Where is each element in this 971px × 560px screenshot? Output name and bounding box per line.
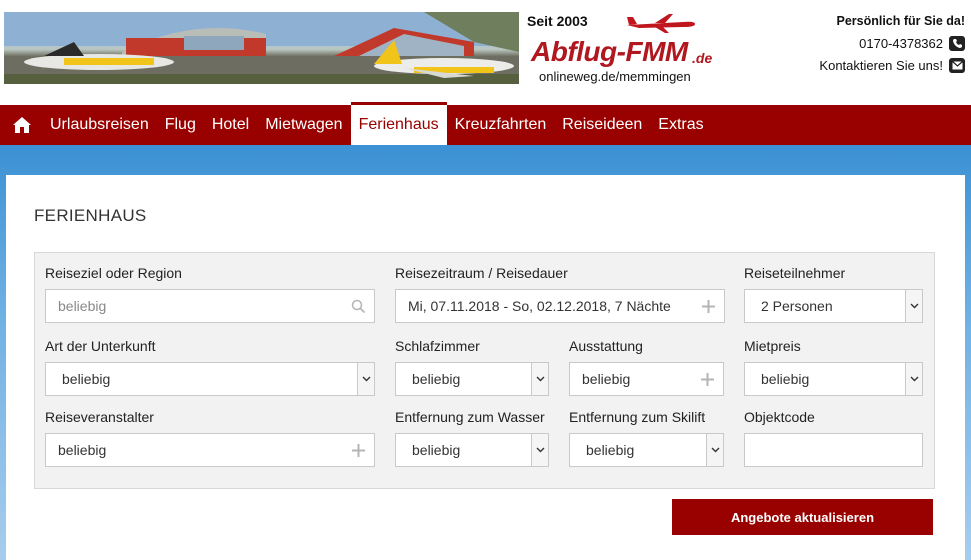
water-distance-label: Entfernung zum Wasser bbox=[395, 409, 545, 425]
main-navigation: Urlaubsreisen Flug Hotel Mietwagen Ferie… bbox=[0, 102, 971, 145]
phone-number[interactable]: 0170-4378362 bbox=[859, 36, 943, 51]
airport-scene-graphic bbox=[4, 12, 519, 84]
features-value: beliebig bbox=[582, 371, 631, 387]
skilift-distance-value: beliebig bbox=[586, 442, 635, 458]
bedrooms-label: Schlafzimmer bbox=[395, 338, 480, 354]
search-card: FERIENHAUS Reiseziel oder Region beliebi… bbox=[6, 175, 965, 560]
contact-row[interactable]: Kontaktieren Sie uns! bbox=[819, 58, 965, 73]
chevron-down-icon bbox=[531, 363, 548, 395]
search-icon bbox=[351, 299, 366, 314]
travellers-label: Reiseteilnehmer bbox=[744, 265, 846, 281]
search-form-panel: Reiseziel oder Region beliebig Reisezeit… bbox=[34, 252, 935, 489]
object-code-label: Objektcode bbox=[744, 409, 815, 425]
plus-icon bbox=[352, 444, 365, 457]
destination-input[interactable]: beliebig bbox=[45, 289, 375, 323]
update-offers-button[interactable]: Angebote aktualisieren bbox=[672, 499, 933, 535]
airport-hero-photo bbox=[4, 12, 519, 84]
period-value: Mi, 07.11.2018 - So, 02.12.2018, 7 Nächt… bbox=[408, 298, 671, 314]
water-distance-value: beliebig bbox=[412, 442, 461, 458]
logo-brand-text: Abflug-FMM bbox=[531, 36, 688, 67]
abflug-fmm-logo[interactable]: Seit 2003 Abflug-FMM .de onlineweg.de/me… bbox=[525, 10, 725, 88]
page-title: FERIENHAUS bbox=[34, 206, 147, 225]
accommodation-type-label: Art der Unterkunft bbox=[45, 338, 156, 354]
phone-row[interactable]: 0170-4378362 bbox=[819, 36, 965, 51]
features-label: Ausstattung bbox=[569, 338, 643, 354]
header: Seit 2003 Abflug-FMM .de onlineweg.de/me… bbox=[0, 0, 971, 105]
logo-tld-text: .de bbox=[692, 50, 713, 66]
nav-reiseideen[interactable]: Reiseideen bbox=[554, 105, 650, 145]
accommodation-type-select[interactable]: beliebig bbox=[45, 362, 375, 396]
phone-icon bbox=[949, 36, 965, 51]
nav-mietwagen[interactable]: Mietwagen bbox=[257, 105, 350, 145]
period-label: Reisezeitraum / Reisedauer bbox=[395, 265, 568, 281]
plus-icon bbox=[702, 300, 715, 313]
bedrooms-select[interactable]: beliebig bbox=[395, 362, 549, 396]
bedrooms-value: beliebig bbox=[412, 371, 461, 387]
nav-flug[interactable]: Flug bbox=[157, 105, 204, 145]
nav-extras[interactable]: Extras bbox=[650, 105, 711, 145]
chevron-down-icon bbox=[905, 363, 922, 395]
rent-select[interactable]: beliebig bbox=[744, 362, 923, 396]
accommodation-type-value: beliebig bbox=[62, 371, 111, 387]
nav-urlaubsreisen[interactable]: Urlaubsreisen bbox=[42, 105, 157, 145]
contact-link[interactable]: Kontaktieren Sie uns! bbox=[819, 58, 943, 73]
operator-field[interactable]: beliebig bbox=[45, 433, 375, 467]
destination-label: Reiseziel oder Region bbox=[45, 265, 182, 281]
rent-label: Mietpreis bbox=[744, 338, 801, 354]
logo-url-text: onlineweg.de/memmingen bbox=[539, 69, 691, 84]
contact-box: Persönlich für Sie da! 0170-4378362 Kont… bbox=[819, 14, 965, 80]
travellers-select[interactable]: 2 Personen bbox=[744, 289, 923, 323]
chevron-down-icon bbox=[531, 434, 548, 466]
nav-ferienhaus[interactable]: Ferienhaus bbox=[350, 102, 447, 145]
chevron-down-icon bbox=[706, 434, 723, 466]
water-distance-select[interactable]: beliebig bbox=[395, 433, 549, 467]
nav-hotel[interactable]: Hotel bbox=[204, 105, 257, 145]
nav-kreuzfahrten[interactable]: Kreuzfahrten bbox=[447, 105, 555, 145]
skilift-distance-select[interactable]: beliebig bbox=[569, 433, 724, 467]
home-icon bbox=[13, 117, 31, 133]
envelope-icon bbox=[949, 58, 965, 73]
home-nav-button[interactable] bbox=[0, 105, 42, 145]
logo-since-text: Seit 2003 bbox=[527, 13, 588, 29]
operator-value: beliebig bbox=[58, 442, 107, 458]
chevron-down-icon bbox=[357, 363, 374, 395]
operator-label: Reiseveranstalter bbox=[45, 409, 154, 425]
period-field[interactable]: Mi, 07.11.2018 - So, 02.12.2018, 7 Nächt… bbox=[395, 289, 725, 323]
contact-title: Persönlich für Sie da! bbox=[836, 14, 965, 28]
object-code-input[interactable] bbox=[744, 433, 923, 467]
plus-icon bbox=[701, 373, 714, 386]
airplane-logo-icon bbox=[627, 14, 695, 33]
rent-value: beliebig bbox=[761, 371, 810, 387]
destination-placeholder: beliebig bbox=[58, 298, 107, 314]
skilift-distance-label: Entfernung zum Skilift bbox=[569, 409, 706, 425]
features-field[interactable]: beliebig bbox=[569, 362, 724, 396]
chevron-down-icon bbox=[905, 290, 922, 322]
travellers-value: 2 Personen bbox=[761, 298, 833, 314]
